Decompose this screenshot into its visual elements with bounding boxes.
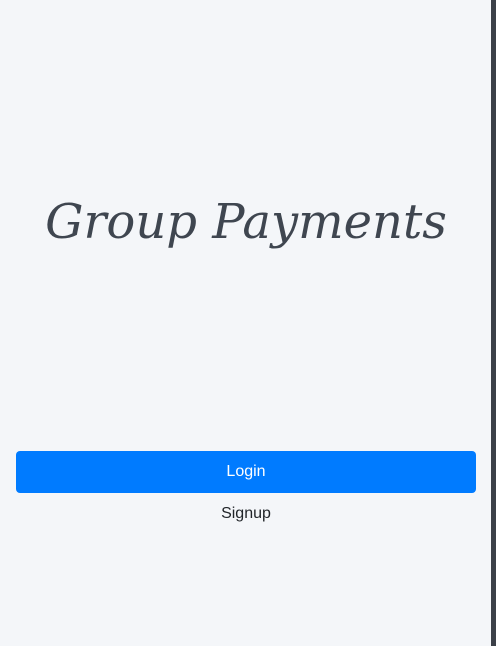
app-title-svg: Group Payments — [45, 194, 447, 250]
signup-link[interactable]: Signup — [16, 503, 476, 525]
window-edge — [491, 0, 496, 646]
app-title: Group Payments — [45, 194, 447, 250]
login-button[interactable]: Login — [16, 451, 476, 493]
welcome-screen: Group Payments Login Signup — [0, 0, 491, 646]
app-logo: Group Payments — [0, 186, 491, 258]
